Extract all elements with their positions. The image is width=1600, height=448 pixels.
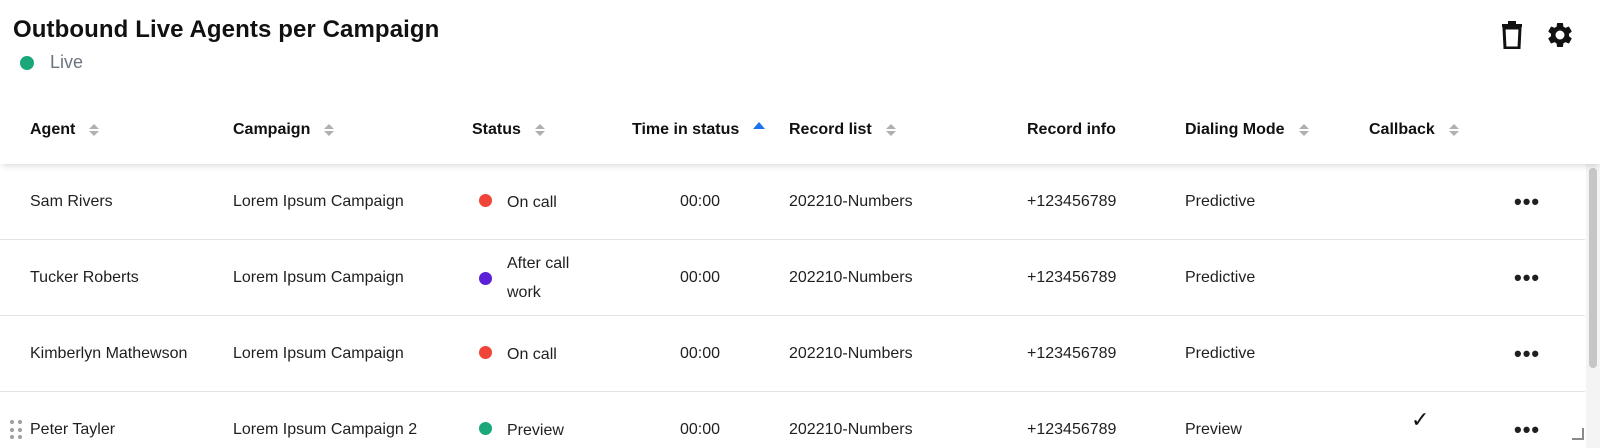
column-header-record-info: Record info — [1027, 108, 1116, 152]
agent-cell: Tucker Roberts — [30, 269, 139, 286]
live-label: Live — [50, 52, 84, 72]
status-dot — [479, 271, 492, 285]
record-info-cell: +123456789 — [1027, 421, 1117, 438]
dialing-mode-cell: Predictive — [1185, 193, 1256, 210]
column-header-campaign[interactable]: Campaign — [233, 108, 335, 152]
live-status-dot — [20, 55, 34, 70]
status-cell: On call — [479, 316, 557, 392]
record-list-cell: 202210-Numbers — [789, 345, 913, 362]
record-list-cell: 202210-Numbers — [789, 421, 913, 438]
column-label: Callback — [1369, 121, 1435, 138]
sort-icon — [1298, 124, 1309, 136]
time-in-status-cell: 00:00 — [680, 269, 721, 286]
table-header: Agent Campaign Status Time in status Rec… — [0, 108, 1600, 164]
status-label: On call — [507, 193, 557, 211]
vertical-scrollbar[interactable] — [1586, 164, 1600, 448]
row-more-button[interactable]: ••• — [1514, 316, 1540, 392]
resize-handle-icon[interactable] — [1572, 428, 1584, 440]
column-header-agent[interactable]: Agent — [30, 108, 100, 152]
column-header-callback[interactable]: Callback — [1369, 108, 1459, 152]
campaign-cell: Lorem Ipsum Campaign 2 — [233, 421, 418, 438]
record-list-cell: 202210-Numbers — [789, 193, 913, 210]
column-header-status[interactable]: Status — [472, 108, 545, 152]
sort-icon — [89, 124, 100, 136]
table-row[interactable]: Kimberlyn Mathewson Lorem Ipsum Campaign… — [0, 316, 1585, 392]
campaign-cell: Lorem Ipsum Campaign — [233, 193, 404, 210]
status-cell: After call work — [479, 240, 597, 316]
column-label: Dialing Mode — [1185, 121, 1285, 138]
row-more-button[interactable]: ••• — [1514, 392, 1540, 448]
campaign-cell: Lorem Ipsum Campaign — [233, 269, 404, 286]
live-indicator: Live — [20, 52, 83, 73]
row-more-button[interactable]: ••• — [1514, 240, 1540, 316]
table-body: Sam Rivers Lorem Ipsum Campaign On call … — [0, 164, 1585, 448]
record-info-cell: +123456789 — [1027, 269, 1117, 286]
sort-ascending-icon — [753, 121, 766, 129]
status-label: On call — [507, 345, 557, 363]
table-row[interactable]: Peter Tayler Lorem Ipsum Campaign 2 Prev… — [0, 392, 1585, 448]
status-cell: Preview — [479, 392, 564, 448]
scrollbar-thumb[interactable] — [1589, 168, 1597, 368]
column-header-dialing-mode[interactable]: Dialing Mode — [1185, 108, 1309, 152]
column-label: Agent — [30, 121, 76, 138]
dialing-mode-cell: Predictive — [1185, 269, 1256, 286]
column-label: Campaign — [233, 121, 311, 138]
gear-icon — [1548, 22, 1572, 47]
dialing-mode-cell: Preview — [1185, 421, 1242, 438]
callback-check-icon: ✓ — [1411, 407, 1430, 432]
status-label: Preview — [507, 421, 564, 439]
table-row[interactable]: Tucker Roberts Lorem Ipsum Campaign Afte… — [0, 240, 1585, 316]
column-label: Record list — [789, 121, 872, 138]
trash-icon — [1502, 21, 1522, 49]
status-dot — [479, 193, 492, 207]
time-in-status-cell: 00:00 — [680, 193, 721, 210]
settings-button[interactable] — [1543, 18, 1577, 52]
time-in-status-cell: 00:00 — [680, 345, 721, 362]
agent-cell: Sam Rivers — [30, 193, 113, 210]
column-label: Time in status — [632, 121, 740, 138]
record-list-cell: 202210-Numbers — [789, 269, 913, 286]
outbound-live-agents-widget: Outbound Live Agents per Campaign Live A… — [0, 0, 1600, 448]
column-label: Record info — [1027, 121, 1116, 138]
record-info-cell: +123456789 — [1027, 193, 1117, 210]
campaign-cell: Lorem Ipsum Campaign — [233, 345, 404, 362]
delete-widget-button[interactable] — [1495, 18, 1529, 52]
widget-title: Outbound Live Agents per Campaign — [13, 16, 440, 43]
status-cell: On call — [479, 164, 557, 240]
time-in-status-cell: 00:00 — [680, 421, 721, 438]
column-header-record-list[interactable]: Record list — [789, 108, 896, 152]
dialing-mode-cell: Predictive — [1185, 345, 1256, 362]
agent-cell: Kimberlyn Mathewson — [30, 345, 188, 362]
table-row[interactable]: Sam Rivers Lorem Ipsum Campaign On call … — [0, 164, 1585, 240]
sort-icon — [324, 124, 335, 136]
status-dot — [479, 421, 492, 435]
sort-icon — [885, 124, 896, 136]
status-dot — [479, 345, 492, 359]
record-info-cell: +123456789 — [1027, 345, 1117, 362]
sort-icon — [1448, 124, 1459, 136]
column-header-time-in-status[interactable]: Time in status — [632, 108, 766, 152]
sort-icon — [534, 124, 545, 136]
status-label: After call work — [507, 255, 570, 301]
drag-handle-icon[interactable] — [10, 420, 22, 440]
row-more-button[interactable]: ••• — [1514, 164, 1540, 240]
agent-cell: Peter Tayler — [30, 421, 116, 438]
column-label: Status — [472, 121, 521, 138]
